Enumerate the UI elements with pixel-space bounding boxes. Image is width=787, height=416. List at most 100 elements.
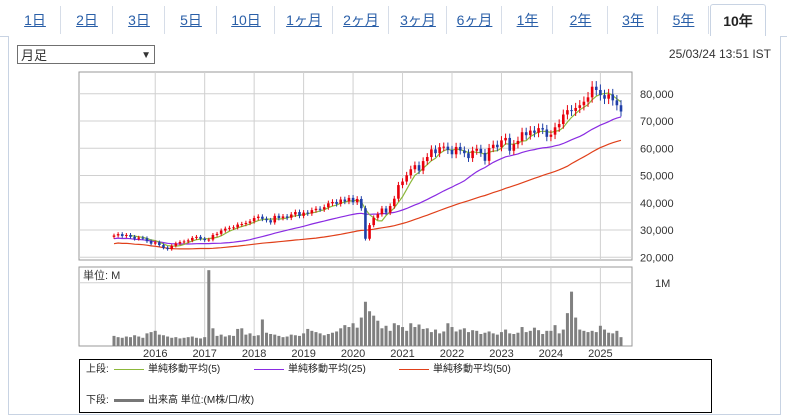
- candle-body: [442, 146, 446, 148]
- candle-body: [228, 227, 231, 229]
- candle-body: [306, 212, 310, 214]
- y-tick-label: 20,000: [640, 252, 674, 264]
- candle-body: [487, 148, 491, 161]
- candle-body: [425, 157, 429, 162]
- volume-bar: [446, 323, 450, 346]
- volume-bar: [256, 335, 260, 346]
- candle-body: [500, 140, 503, 148]
- y-tick-label: 40,000: [640, 198, 674, 210]
- candle-body: [430, 149, 433, 158]
- volume-bar: [619, 337, 623, 346]
- candle-body: [582, 101, 586, 106]
- volume-bar: [421, 328, 425, 346]
- candle-body: [607, 94, 610, 99]
- candle-body: [380, 208, 384, 215]
- candle-body: [483, 152, 487, 161]
- candle-body: [149, 241, 153, 244]
- candle-body: [335, 201, 338, 204]
- volume-bar: [170, 337, 174, 346]
- legend-label-ma5: 単純移動平均(5): [148, 364, 221, 375]
- candle-body: [339, 199, 343, 204]
- legend-item-ma25: 単純移動平均(25): [254, 363, 366, 377]
- legend-swatch-ma50: [399, 368, 429, 370]
- candle-body: [384, 208, 388, 213]
- volume-bar: [549, 330, 553, 346]
- candle-body: [355, 198, 359, 203]
- candle-body: [475, 148, 479, 151]
- volume-bar: [219, 334, 223, 346]
- candle-body: [409, 169, 413, 176]
- candle-body: [458, 146, 462, 151]
- volume-bar: [483, 332, 487, 346]
- volume-bar: [380, 328, 384, 346]
- candle-body: [178, 242, 182, 244]
- candle-body: [570, 110, 573, 112]
- volume-bar: [434, 329, 438, 346]
- candle-body: [421, 161, 425, 171]
- candle-body: [479, 148, 483, 153]
- candle-body: [537, 128, 540, 133]
- candle-body: [244, 222, 248, 225]
- volume-bar: [545, 330, 549, 346]
- volume-bar: [244, 334, 248, 346]
- candle-body: [236, 224, 239, 228]
- volume-bar: [355, 327, 359, 346]
- volume-bar: [273, 334, 277, 346]
- legend-upper-label: 上段:: [86, 364, 109, 375]
- candle-body: [174, 243, 178, 246]
- legend-swatch-ma25: [254, 368, 284, 370]
- candle-body: [162, 245, 165, 248]
- candle-body: [529, 130, 532, 136]
- candle-body: [516, 140, 520, 145]
- volume-bar: [330, 332, 334, 346]
- volume-bar: [516, 332, 520, 346]
- candle-body: [520, 132, 524, 141]
- volume-bar: [425, 328, 429, 346]
- candle-body: [557, 124, 561, 128]
- volume-bar: [203, 337, 207, 346]
- candle-body: [170, 245, 174, 250]
- volume-bar: [504, 329, 508, 346]
- candle-body: [603, 95, 606, 99]
- volume-bar: [495, 334, 499, 346]
- volume-bar: [524, 332, 528, 346]
- candle-body: [125, 234, 128, 237]
- candle-body: [372, 217, 375, 226]
- volume-bar: [611, 333, 615, 346]
- candle-body: [137, 237, 141, 239]
- volume-bar: [508, 333, 512, 346]
- candle-body: [388, 206, 392, 213]
- volume-bar: [603, 329, 607, 346]
- volume-bar: [174, 337, 178, 346]
- stock-chart: 2016 2017 2018 2019 2020 2021 2022 2023 2024 2025…: [78, 71, 674, 360]
- volume-bar: [499, 332, 503, 346]
- volume-bar: [359, 317, 363, 346]
- volume-bar: [598, 325, 602, 346]
- candle-body: [302, 212, 305, 216]
- volume-bar: [116, 337, 120, 346]
- volume-plot-area: [78, 266, 633, 347]
- candle-body: [364, 208, 367, 239]
- candle-body: [450, 149, 454, 155]
- candle-body: [491, 144, 495, 149]
- candle-body: [471, 150, 474, 159]
- legend-label-ma50: 単純移動平均(50): [433, 364, 511, 375]
- candle-body: [256, 216, 260, 219]
- volume-bar: [372, 315, 376, 346]
- candle-body: [318, 208, 322, 210]
- volume-bar: [405, 330, 409, 346]
- candle-body: [327, 203, 330, 208]
- candle-body: [314, 208, 318, 211]
- candle-body: [133, 236, 136, 239]
- volume-bar: [161, 335, 165, 346]
- candle-body: [116, 234, 120, 236]
- candle-body: [269, 220, 272, 223]
- volume-bar: [487, 331, 491, 346]
- candle-body: [261, 216, 264, 219]
- candle-body: [112, 235, 116, 237]
- candle-body: [496, 144, 499, 148]
- candle-body: [153, 242, 157, 244]
- volume-bar: [417, 324, 421, 346]
- candle-body: [141, 237, 145, 239]
- volume-bar: [141, 337, 145, 346]
